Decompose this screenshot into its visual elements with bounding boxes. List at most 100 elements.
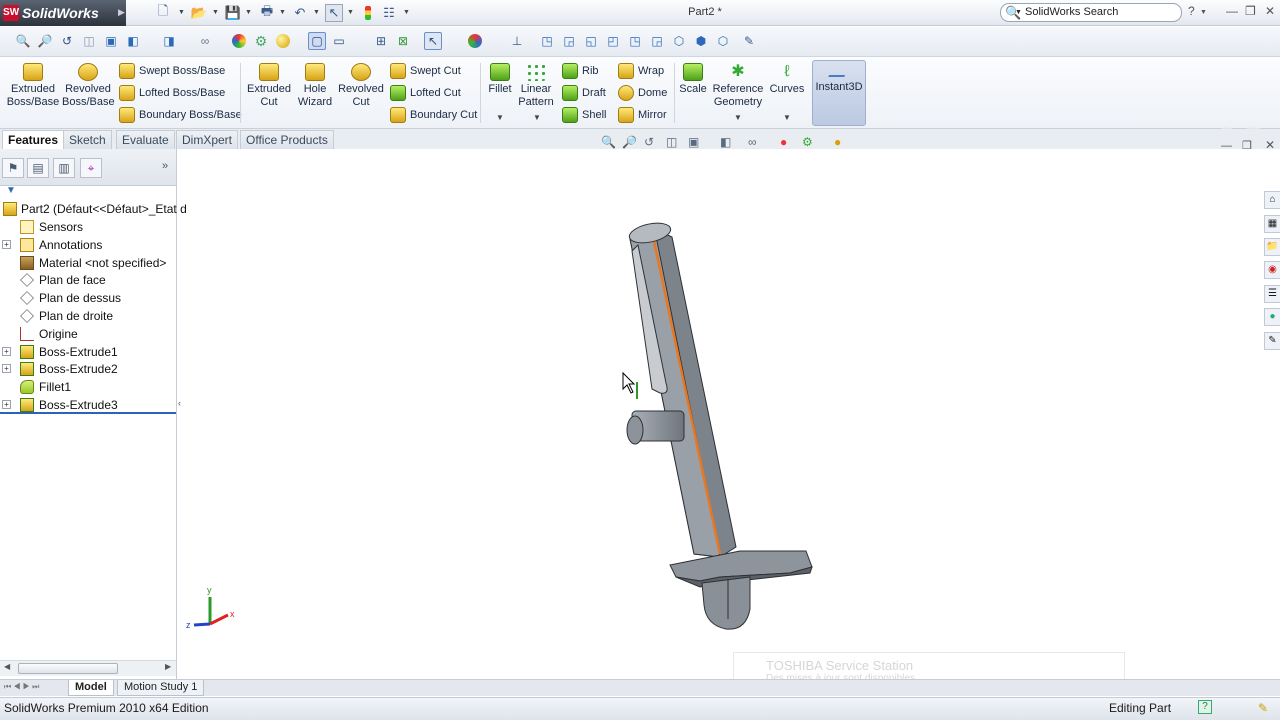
- scale-button[interactable]: Scale: [678, 63, 708, 96]
- back-view-icon[interactable]: ◲: [560, 32, 578, 50]
- panel-splitter-arrow-icon[interactable]: ‹: [178, 398, 181, 408]
- tab-sketch[interactable]: Sketch: [63, 130, 112, 149]
- hu-view-orientation-icon[interactable]: ▣: [688, 135, 699, 149]
- tree-item[interactable]: Plan de face: [0, 271, 176, 289]
- curves-button[interactable]: ℓ Curves: [768, 63, 806, 96]
- tree-item[interactable]: Material <not specified>: [0, 254, 176, 272]
- tree-item[interactable]: Plan de dessus: [0, 289, 176, 307]
- hu-display-style-icon[interactable]: ◧: [720, 135, 731, 149]
- task-design-library-icon[interactable]: ▦: [1264, 215, 1280, 233]
- tab-features[interactable]: Features: [2, 130, 65, 149]
- rebuild-icon[interactable]: [359, 4, 377, 22]
- expand-icon[interactable]: +: [2, 346, 11, 356]
- hu-appearance-icon[interactable]: ●: [834, 135, 841, 149]
- shell-button[interactable]: Shell: [562, 105, 606, 125]
- save-icon[interactable]: 💾: [224, 4, 242, 22]
- instant3d-button[interactable]: Instant3D: [812, 60, 866, 126]
- filter-row[interactable]: ▼: [0, 183, 176, 197]
- rollback-bar[interactable]: [0, 412, 176, 414]
- isometric-view-icon[interactable]: ⬡: [670, 32, 688, 50]
- help-status-icon[interactable]: ?: [1198, 700, 1212, 714]
- draft-button[interactable]: Draft: [562, 83, 606, 103]
- rib-button[interactable]: Rib: [562, 61, 599, 81]
- left-view-icon[interactable]: ◱: [582, 32, 600, 50]
- tree-item[interactable]: Sensors: [0, 218, 176, 236]
- hole-wizard-button[interactable]: Hole Wizard: [294, 63, 336, 109]
- select-tool-icon[interactable]: ↖: [424, 32, 442, 50]
- normal-to-icon[interactable]: ⊥: [508, 32, 526, 50]
- graphics-area[interactable]: y x z: [180, 149, 1280, 680]
- hu-scene-icon[interactable]: ●: [780, 135, 787, 149]
- filter-icon[interactable]: ▼: [6, 185, 16, 196]
- lever-model[interactable]: [626, 220, 813, 630]
- pattern-dropdown-icon[interactable]: ▼: [533, 113, 541, 122]
- tab-nav-first-icon[interactable]: ⏮ ◀ ▶ ⏭: [4, 682, 39, 692]
- swept-cut-button[interactable]: Swept Cut: [390, 61, 461, 81]
- print-dropdown-icon[interactable]: ▼: [279, 9, 286, 16]
- boundary-boss-button[interactable]: Boundary Boss/Base: [119, 105, 242, 125]
- bottom-view-icon[interactable]: ◲: [648, 32, 666, 50]
- tab-dimxpert[interactable]: DimXpert: [176, 130, 239, 149]
- tab-model[interactable]: Model: [68, 680, 114, 696]
- hu-realview-icon[interactable]: ⚙: [802, 135, 813, 149]
- task-custom-properties-icon[interactable]: ✎: [1264, 332, 1280, 350]
- color-wheel-icon[interactable]: [466, 32, 484, 50]
- hu-hide-show-icon[interactable]: ∞: [748, 135, 757, 149]
- search-input[interactable]: 🔍 ▼ SolidWorks Search: [1000, 3, 1182, 22]
- tree-item[interactable]: + Annotations: [0, 236, 176, 254]
- search-dropdown-icon[interactable]: ▼: [1015, 4, 1022, 21]
- property-manager-tab-icon[interactable]: ▤: [27, 158, 49, 178]
- lofted-boss-button[interactable]: Lofted Boss/Base: [119, 83, 225, 103]
- realview-icon[interactable]: ⚙: [252, 32, 270, 50]
- right-view-icon[interactable]: ◰: [604, 32, 622, 50]
- scroll-right-icon[interactable]: ▶: [165, 662, 171, 671]
- open-folder-icon[interactable]: 📂: [190, 4, 208, 22]
- snap-icon[interactable]: ⊠: [394, 32, 412, 50]
- feature-manager-tab-icon[interactable]: ⚑: [2, 158, 24, 178]
- hide-show-icon[interactable]: ◨: [160, 32, 178, 50]
- fillet-dropdown-icon[interactable]: ▼: [496, 113, 504, 122]
- hu-previous-view-icon[interactable]: ↺: [644, 135, 654, 149]
- view-orientation-icon[interactable]: ▣: [102, 32, 120, 50]
- previous-view-icon[interactable]: ↺: [58, 32, 76, 50]
- section-view-icon[interactable]: ◫: [80, 32, 98, 50]
- front-view-icon[interactable]: ◳: [538, 32, 556, 50]
- top-view-icon[interactable]: ◳: [626, 32, 644, 50]
- scroll-thumb[interactable]: [18, 663, 118, 674]
- reference-geometry-button[interactable]: ✱ Reference Geometry: [710, 63, 766, 109]
- dimxpert-manager-tab-icon[interactable]: ⌖: [80, 158, 102, 178]
- help-icon[interactable]: ?: [1188, 4, 1195, 18]
- scene-icon[interactable]: [230, 32, 248, 50]
- revolved-boss-button[interactable]: Revolved Boss/Base: [62, 63, 115, 109]
- options-icon[interactable]: ☷: [380, 4, 398, 22]
- menu-arrow-icon[interactable]: ▶: [118, 7, 125, 18]
- viewport-minimize-icon[interactable]: —: [1221, 140, 1232, 152]
- tree-root-part[interactable]: Part2 (Défaut<<Défaut>_Etat d: [0, 200, 187, 218]
- tab-motion-study[interactable]: Motion Study 1: [117, 680, 205, 696]
- display-style-icon[interactable]: ◧: [124, 32, 142, 50]
- grid-icon[interactable]: ⊞: [372, 32, 390, 50]
- wrap-button[interactable]: Wrap: [618, 61, 664, 81]
- swept-boss-button[interactable]: Swept Boss/Base: [119, 61, 225, 81]
- dome-button[interactable]: Dome: [618, 83, 667, 103]
- tree-item[interactable]: Origine: [0, 325, 176, 343]
- task-search-icon[interactable]: ◉: [1264, 261, 1280, 279]
- viewport-restore-icon[interactable]: ❐: [1242, 139, 1252, 152]
- select-pointer-icon[interactable]: ↖: [325, 4, 343, 22]
- trimetric-view-icon[interactable]: ⬢: [692, 32, 710, 50]
- open-dropdown-icon[interactable]: ▼: [212, 9, 219, 16]
- options-dropdown-icon[interactable]: ▼: [403, 9, 410, 16]
- tree-item[interactable]: + Boss-Extrude1: [0, 343, 176, 361]
- wireframe-icon[interactable]: ▭: [330, 32, 348, 50]
- edit-appearance-icon[interactable]: ∞: [196, 32, 214, 50]
- linear-pattern-button[interactable]: Linear Pattern: [516, 63, 556, 109]
- lofted-cut-button[interactable]: Lofted Cut: [390, 83, 461, 103]
- dimetric-view-icon[interactable]: ⬡: [714, 32, 732, 50]
- expand-icon[interactable]: +: [2, 364, 11, 374]
- app-logo[interactable]: SW SolidWorks: [0, 0, 126, 26]
- undo-dropdown-icon[interactable]: ▼: [313, 9, 320, 16]
- tree-item[interactable]: Fillet1: [0, 378, 176, 396]
- hu-section-view-icon[interactable]: ◫: [666, 135, 677, 149]
- minimize-icon[interactable]: —: [1226, 4, 1238, 18]
- tree-item[interactable]: Plan de droite: [0, 307, 176, 325]
